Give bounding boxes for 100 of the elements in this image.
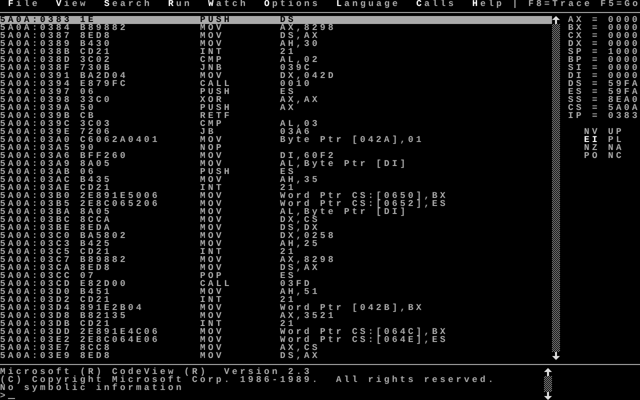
operand-text: ES	[280, 168, 296, 176]
mnemonic-text: PUSH	[200, 104, 234, 112]
opcode-bytes-text: 33C0	[80, 96, 114, 104]
operand-text: AX,AX	[280, 96, 322, 104]
address-text: 5A0A:0398	[0, 96, 74, 104]
opcode-bytes-text: E82D00	[80, 280, 130, 288]
opcode-bytes-text: 8A05	[80, 160, 114, 168]
register-value: 1000	[608, 48, 640, 56]
opcode-bytes-text: CD21	[80, 320, 112, 328]
opcode-bytes-text: 8ED8	[80, 264, 114, 272]
operand-text: AX,8298	[280, 24, 338, 32]
opcode-bytes-text: C6062A0401	[80, 136, 162, 144]
flag-text: NA	[608, 144, 625, 152]
equals-sign: =	[592, 96, 600, 104]
function-key-hint[interactable]: F5=Go	[600, 0, 640, 8]
scrollbar-track[interactable]	[544, 368, 552, 400]
mnemonic-text: MOV	[200, 176, 226, 184]
register-name: CX	[568, 32, 584, 40]
operand-text: Word Ptr CS:[0650],BX	[280, 192, 450, 200]
register-value: 0000	[608, 64, 640, 72]
mnemonic-text: MOV	[200, 24, 226, 32]
operand-text: DX,042D	[280, 72, 338, 80]
mnemonic-text: INT	[200, 184, 226, 192]
mnemonic-text: MOV	[200, 288, 226, 296]
operand-text: ES	[280, 272, 296, 280]
opcode-bytes-text: 1E	[80, 16, 96, 24]
opcode-bytes-text: 8CC8	[80, 344, 114, 352]
address-text: 5A0A:03A0	[0, 136, 74, 144]
scroll-down-icon[interactable]	[552, 352, 560, 360]
address-text: 5A0A:038D	[0, 56, 74, 64]
current-line-highlight[interactable]: 5A0A:0383 1E PUSH DS	[0, 16, 552, 24]
operand-text: Word Ptr CS:[064E],ES	[280, 336, 450, 344]
register-value: 8EA0	[608, 96, 640, 104]
register-name: DS	[568, 80, 584, 88]
operand-text: 03FD	[280, 280, 312, 288]
mnemonic-text: CALL	[200, 280, 234, 288]
operand-text: Byte Ptr [042A],01	[280, 136, 426, 144]
opcode-bytes-text: 2E8C065206	[80, 200, 162, 208]
address-text: 5A0A:0384	[0, 24, 74, 32]
equals-sign: =	[592, 48, 600, 56]
opcode-bytes-text: BA2D04	[80, 72, 130, 80]
register-name: DI	[568, 72, 584, 80]
address-text: 5A0A:038F	[0, 64, 74, 72]
scroll-down-icon[interactable]	[544, 392, 552, 400]
mnemonic-text: MOV	[200, 256, 226, 264]
register-value: 0000	[608, 16, 640, 24]
operand-text: AH,30	[280, 40, 322, 48]
operand-text: Word Ptr CS:[064C],BX	[280, 328, 450, 336]
mnemonic-text: XOR	[200, 96, 224, 104]
address-text: 5A0A:03C7	[0, 256, 74, 264]
operand-text: 21	[280, 248, 296, 256]
operand-text: AX,3521	[280, 312, 338, 320]
mnemonic-text: CMP	[200, 56, 226, 64]
mnemonic-text: JNB	[200, 64, 226, 72]
mnemonic-text: MOV	[200, 344, 226, 352]
opcode-bytes-text: B430	[80, 40, 114, 48]
address-text: 5A0A:03A9	[0, 160, 74, 168]
address-text: 5A0A:03BA	[0, 208, 74, 216]
flag-text: NC	[608, 152, 625, 160]
function-key-hint[interactable]: F8=Trace	[528, 0, 592, 8]
mnemonic-text: MOV	[200, 336, 226, 344]
menu-item[interactable]: Language	[328, 0, 408, 8]
mnemonic-text: MOV	[200, 200, 226, 208]
register-name: DX	[568, 40, 584, 48]
equals-sign: =	[592, 16, 600, 24]
operand-text: DX,0258	[280, 232, 338, 240]
register-name: AX	[568, 16, 584, 24]
address-text: 5A0A:03D4	[0, 304, 74, 312]
equals-sign: =	[592, 32, 600, 40]
operand-text: 21	[280, 48, 296, 56]
scroll-up-icon[interactable]	[544, 368, 552, 376]
mnemonic-text: INT	[200, 48, 226, 56]
register-value: 0000	[608, 32, 640, 40]
opcode-bytes-text: 8ED8	[80, 352, 114, 360]
opcode-bytes-text: 07	[80, 272, 96, 280]
operand-text: AH,35	[280, 176, 322, 184]
operand-text: AL,03	[280, 120, 322, 128]
operand-text: AL,Byte Ptr [DI]	[280, 208, 408, 216]
opcode-bytes-text: CD21	[80, 48, 114, 56]
menu-item[interactable]: Run	[160, 0, 200, 8]
operand-text: Word Ptr CS:[0652],ES	[280, 200, 450, 208]
equals-sign: =	[592, 72, 600, 80]
register-name: SS	[568, 96, 584, 104]
operand-text: Word Ptr [042B],BX	[280, 304, 426, 312]
opcode-bytes-text: 8EDA	[80, 224, 112, 232]
register-value: 59FA	[608, 88, 640, 96]
address-text: 5A0A:03BE	[0, 224, 74, 232]
address-text: 5A0A:03A6	[0, 152, 74, 160]
mnemonic-text: MOV	[200, 216, 226, 224]
address-text: 5A0A:03B5	[0, 200, 74, 208]
opcode-bytes-text: 06	[80, 88, 96, 96]
opcode-bytes-text: 730B	[80, 64, 112, 72]
register-value: 0383	[608, 112, 640, 120]
address-text: 5A0A:03CA	[0, 264, 74, 272]
equals-sign: =	[592, 40, 600, 48]
opcode-bytes-text: 06	[80, 168, 96, 176]
scrollbar-track[interactable]	[552, 16, 560, 360]
address-text: 5A0A:039B	[0, 112, 74, 120]
address-text: 5A0A:0391	[0, 72, 74, 80]
opcode-bytes-text: CD21	[80, 248, 112, 256]
